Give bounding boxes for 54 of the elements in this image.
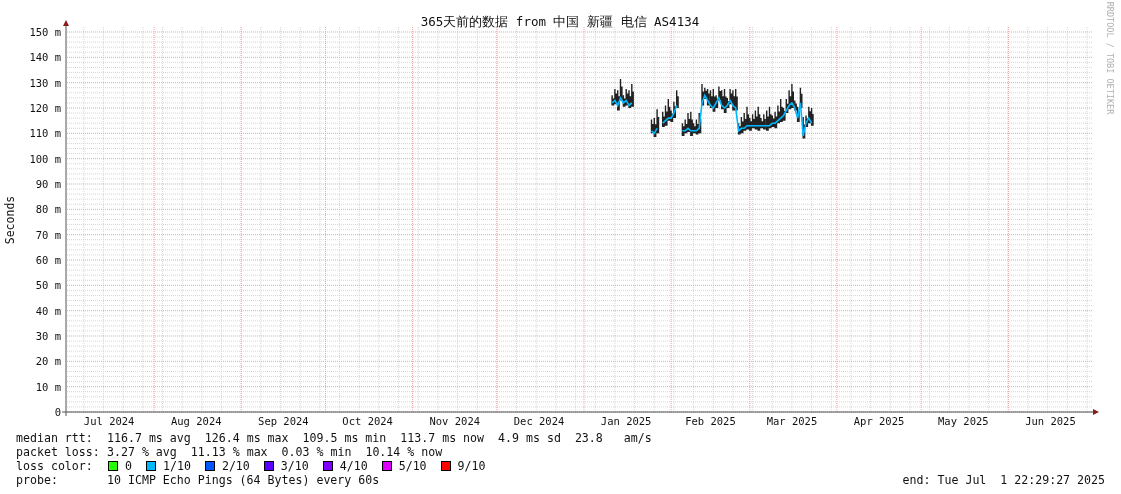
y-tick-label: 80 m	[35, 203, 61, 216]
y-tick-label: 30 m	[35, 330, 61, 342]
loss-color-label: 2/10	[221, 459, 250, 473]
x-tick-label: May 2025	[938, 415, 989, 427]
x-tick-label: Mar 2025	[766, 415, 818, 427]
legend-label: probe:	[16, 473, 59, 487]
legend-value: 10.14 % now	[365, 445, 443, 459]
x-tick-label: Apr 2025	[853, 415, 905, 427]
x-tick-label: Sep 2024	[258, 415, 309, 427]
y-tick-label: 100 m	[29, 152, 61, 165]
x-tick-label: Oct 2024	[342, 415, 393, 427]
x-tick-label: Feb 2025	[685, 415, 736, 427]
y-tick-label: 40 m	[35, 304, 61, 317]
x-tick-label: Aug 2024	[170, 415, 222, 427]
loss-color-label: 1/10	[163, 459, 191, 473]
legend-value: 116.7 ms avg	[107, 431, 191, 445]
loss-color-label: 4/10	[339, 459, 368, 473]
loss-color-label: 0	[125, 459, 132, 473]
loss-color-label: 3/10	[280, 459, 309, 473]
legend-label: median rtt:	[16, 431, 94, 445]
legend-value: 113.7 ms now	[400, 431, 485, 445]
x-tick-label: Dec 2024	[513, 415, 565, 427]
legend-label: packet loss:	[16, 445, 101, 459]
x-tick-label: Jan 2025	[600, 415, 652, 427]
x-tick-label: Jul 2024	[83, 415, 135, 427]
legend-value: 23.8 am/s	[574, 431, 652, 445]
y-tick-label: 150 m	[29, 26, 61, 38]
loss-color-label: 5/10	[398, 459, 427, 473]
legend-value: 4.9 ms sd	[498, 431, 561, 445]
loss-color-label: 9/10	[457, 459, 486, 473]
y-axis-label: Seconds	[3, 195, 17, 245]
y-tick-label: 60 m	[35, 254, 61, 266]
graph-title: 365天前的数据 from 中国 新疆 电信 AS4134	[420, 14, 700, 29]
y-tick-label: 50 m	[35, 279, 61, 292]
y-tick-label: 90 m	[35, 178, 61, 190]
y-tick-label: 120 m	[29, 102, 61, 114]
legend-value: 126.4 ms max	[204, 431, 289, 445]
legend-value: 3.27 % avg	[107, 445, 177, 459]
y-tick-label: 0	[54, 406, 61, 418]
probe-description: 10 ICMP Echo Pings (64 Bytes) every 60s	[107, 473, 380, 487]
y-tick-label: 20 m	[35, 355, 61, 368]
legend-value: 109.5 ms min	[302, 431, 387, 445]
legend-value: 11.13 % max	[190, 445, 268, 459]
x-tick-label: Jun 2025	[1025, 415, 1076, 427]
y-tick-label: 140 m	[29, 51, 61, 64]
y-tick-label: 130 m	[29, 76, 61, 89]
legend-label: loss color:	[16, 459, 94, 473]
y-tick-label: 10 m	[35, 380, 61, 393]
y-tick-label: 70 m	[35, 228, 61, 241]
credit-text: RRDTOOL / TOBI OETIKER	[1105, 1, 1115, 115]
end-timestamp: end: Tue Jul 1 22:29:27 2025	[902, 473, 1105, 487]
y-tick-label: 110 m	[29, 127, 61, 140]
legend-value: 0.03 % min	[281, 445, 352, 459]
x-tick-label: Nov 2024	[429, 415, 481, 427]
